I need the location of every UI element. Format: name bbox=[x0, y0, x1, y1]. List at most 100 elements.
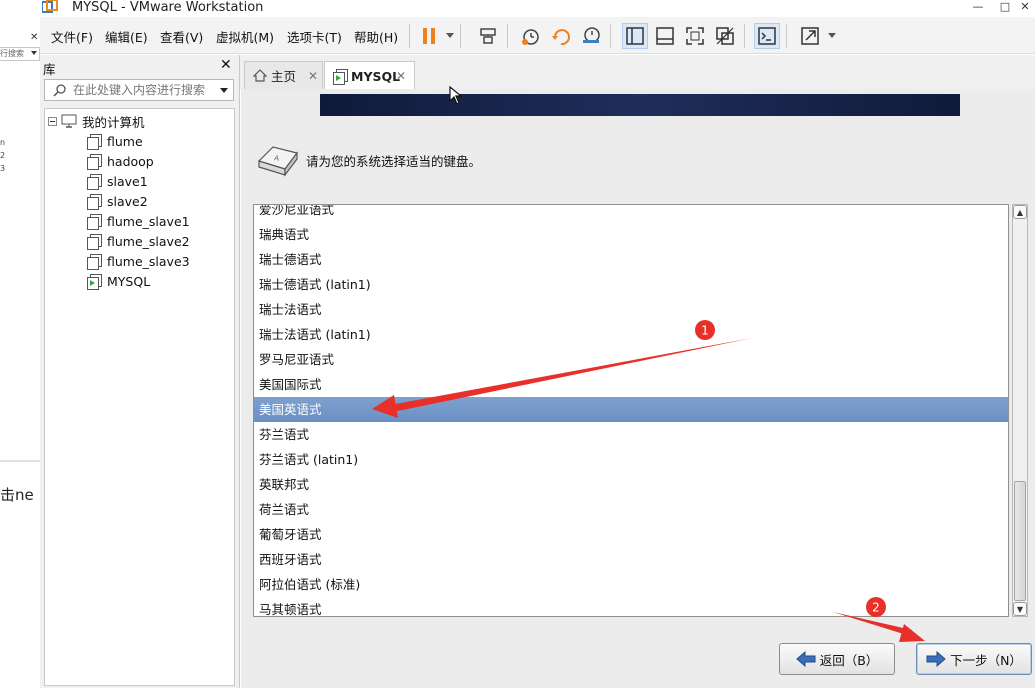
tree-item-vm-running[interactable]: MYSQL bbox=[87, 272, 150, 290]
tree-item-label: flume_slave1 bbox=[107, 213, 190, 229]
list-item[interactable]: 英联邦式 bbox=[254, 472, 1008, 497]
background-text: n bbox=[0, 138, 6, 147]
list-item[interactable]: 马其顿语式 bbox=[254, 597, 1008, 616]
tab-label: MYSQL bbox=[351, 68, 401, 84]
toolbar-separator bbox=[507, 24, 508, 48]
send-ctrl-alt-del-icon[interactable] bbox=[475, 23, 501, 49]
tree-item-vm[interactable]: slave1 bbox=[87, 172, 148, 190]
library-panel: 库 ✕ 我的计算机 flume hadoop slave1 slave2 bbox=[40, 55, 240, 688]
vm-icon bbox=[87, 134, 102, 150]
background-close-icon[interactable]: ✕ bbox=[30, 32, 38, 43]
unity-icon[interactable] bbox=[712, 23, 738, 49]
tree-item-vm[interactable]: flume_slave2 bbox=[87, 232, 190, 250]
chevron-down-icon[interactable] bbox=[220, 88, 228, 93]
minimize-button[interactable]: — bbox=[963, 0, 993, 15]
close-tab-icon[interactable]: ✕ bbox=[396, 69, 406, 83]
vm-icon bbox=[87, 154, 102, 170]
pause-dropdown-chevron-icon[interactable] bbox=[446, 33, 454, 38]
menu-edit[interactable]: 编辑(E) bbox=[105, 27, 148, 46]
keyboard-key-icon: A bbox=[257, 146, 299, 177]
list-item-selected[interactable]: 美国英语式 bbox=[254, 397, 1008, 422]
list-item[interactable]: 爱沙尼亚语式 bbox=[254, 205, 1008, 222]
tree-item-label: flume_slave2 bbox=[107, 233, 190, 249]
pause-icon[interactable] bbox=[416, 23, 442, 49]
installer-banner bbox=[320, 94, 960, 116]
library-close-button[interactable]: ✕ bbox=[220, 57, 232, 73]
menu-help[interactable]: 帮助(H) bbox=[354, 27, 398, 46]
tree-item-label: MYSQL bbox=[107, 273, 151, 289]
list-item[interactable]: 瑞士德语式 (latin1) bbox=[254, 272, 1008, 297]
console-icon[interactable] bbox=[754, 23, 780, 49]
tree-item-vm[interactable]: flume bbox=[87, 132, 143, 150]
tree-item-vm[interactable]: flume_slave3 bbox=[87, 252, 190, 270]
keyboard-prompt: 请为您的系统选择适当的键盘。 bbox=[306, 154, 482, 169]
close-tab-icon[interactable]: ✕ bbox=[308, 69, 318, 83]
window-title: MYSQL - VMware Workstation bbox=[72, 0, 264, 15]
scroll-down-icon[interactable]: ▼ bbox=[1013, 602, 1027, 616]
tree-item-my-computer[interactable]: 我的计算机 bbox=[48, 112, 145, 130]
list-item[interactable]: 瑞士德语式 bbox=[254, 247, 1008, 272]
stretch-icon[interactable] bbox=[797, 23, 823, 49]
library-search-input[interactable] bbox=[73, 82, 213, 98]
list-item[interactable]: 荷兰语式 bbox=[254, 497, 1008, 522]
list-item[interactable]: 美国国际式 bbox=[254, 372, 1008, 397]
vm-icon bbox=[87, 234, 102, 250]
stretch-dropdown-chevron-icon[interactable] bbox=[828, 33, 836, 38]
list-item[interactable]: 芬兰语式 bbox=[254, 422, 1008, 447]
arrow-left-icon bbox=[795, 651, 816, 667]
next-button[interactable]: 下一步（N） bbox=[916, 643, 1032, 675]
background-search-field[interactable]: 行搜索 bbox=[0, 47, 40, 61]
full-screen-icon[interactable] bbox=[682, 23, 708, 49]
home-icon bbox=[253, 69, 267, 82]
background-window: ✕ 行搜索 n 2 3 击ne bbox=[0, 30, 40, 688]
background-search-text: 行搜索 bbox=[0, 49, 24, 58]
toolbar-separator bbox=[744, 24, 745, 48]
tab-bar: 主页 ✕ MYSQL ✕ bbox=[240, 55, 1035, 90]
menu-vm[interactable]: 虚拟机(M) bbox=[216, 27, 274, 46]
snapshot-icon[interactable] bbox=[518, 23, 544, 49]
close-window-button[interactable]: ✕ bbox=[1010, 0, 1035, 15]
tree-item-label: flume_slave3 bbox=[107, 253, 190, 269]
menu-view[interactable]: 查看(V) bbox=[160, 27, 203, 46]
tree-item-label: slave2 bbox=[107, 193, 148, 209]
menu-bar: 文件(F) 编辑(E) 查看(V) 虚拟机(M) 选项卡(T) 帮助(H) bbox=[40, 17, 1035, 54]
tree-item-vm[interactable]: hadoop bbox=[87, 152, 154, 170]
list-item[interactable]: 芬兰语式 (latin1) bbox=[254, 447, 1008, 472]
list-item[interactable]: 瑞士法语式 (latin1) bbox=[254, 322, 1008, 347]
mouse-cursor-icon bbox=[449, 86, 463, 105]
list-scrollbar[interactable]: ▲ ▼ bbox=[1012, 204, 1028, 617]
toolbar-separator bbox=[460, 24, 461, 48]
tree-item-vm[interactable]: slave2 bbox=[87, 192, 148, 210]
back-button[interactable]: 返回（B） bbox=[779, 643, 895, 675]
tree-item-vm[interactable]: flume_slave1 bbox=[87, 212, 190, 230]
tab-home[interactable]: 主页 ✕ bbox=[244, 61, 323, 89]
snapshot-manager-icon[interactable] bbox=[578, 23, 604, 49]
menu-tabs[interactable]: 选项卡(T) bbox=[287, 27, 342, 46]
list-item[interactable]: 阿拉伯语式 (标准) bbox=[254, 572, 1008, 597]
arrow-right-icon bbox=[926, 651, 946, 667]
vmware-app-icon bbox=[42, 0, 58, 13]
tree-item-label: 我的计算机 bbox=[82, 114, 145, 130]
vm-console[interactable]: A 请为您的系统选择适当的键盘。 爱沙尼亚语式 瑞典语式 瑞士德语式 瑞士德语式… bbox=[241, 89, 1035, 688]
show-library-icon[interactable] bbox=[622, 23, 648, 49]
list-item[interactable]: 葡萄牙语式 bbox=[254, 522, 1008, 547]
list-item[interactable]: 西班牙语式 bbox=[254, 547, 1008, 572]
library-search-box[interactable] bbox=[44, 79, 234, 101]
library-title: 库 bbox=[43, 62, 56, 77]
revert-snapshot-icon[interactable] bbox=[548, 23, 574, 49]
menu-file[interactable]: 文件(F) bbox=[51, 27, 93, 46]
scroll-up-icon[interactable]: ▲ bbox=[1013, 205, 1027, 219]
divider bbox=[0, 460, 40, 462]
collapse-toggle-icon[interactable] bbox=[48, 116, 57, 126]
scrollbar-thumb[interactable] bbox=[1014, 481, 1026, 601]
thumbnail-bar-icon[interactable] bbox=[652, 23, 678, 49]
tree-item-label: hadoop bbox=[107, 153, 154, 169]
tab-mysql[interactable]: MYSQL ✕ bbox=[324, 61, 415, 90]
background-text: 击ne bbox=[0, 486, 34, 504]
toolbar-separator bbox=[610, 24, 611, 48]
list-item[interactable]: 罗马尼亚语式 bbox=[254, 347, 1008, 372]
keyboard-layout-list[interactable]: 爱沙尼亚语式 瑞典语式 瑞士德语式 瑞士德语式 (latin1) 瑞士法语式 瑞… bbox=[253, 204, 1009, 617]
back-button-label: 返回（B） bbox=[819, 652, 879, 668]
list-item[interactable]: 瑞典语式 bbox=[254, 222, 1008, 247]
list-item[interactable]: 瑞士法语式 bbox=[254, 297, 1008, 322]
